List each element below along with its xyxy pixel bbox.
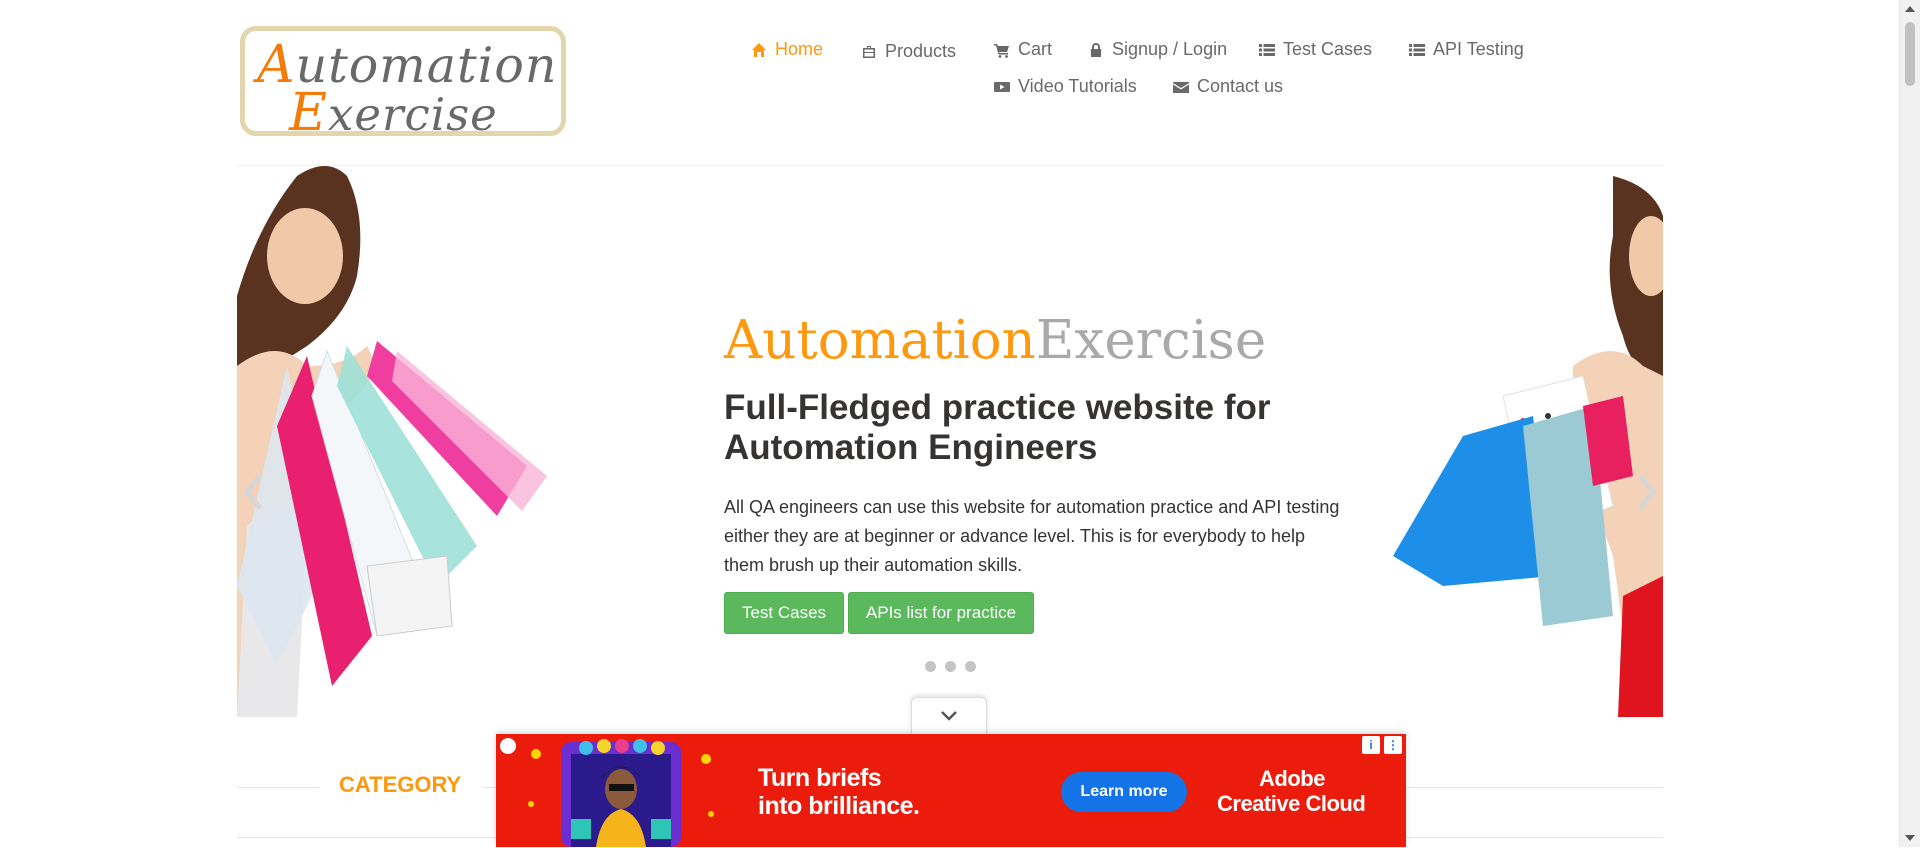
nav-test-cases-label: Test Cases: [1283, 39, 1373, 59]
shopping-girl-left-image: [237, 166, 547, 717]
scroll-up-icon[interactable]: [1905, 6, 1915, 12]
nav-products-label: Products: [885, 41, 957, 61]
test-cases-button[interactable]: Test Cases: [724, 592, 844, 634]
youtube-play-icon: [994, 81, 1010, 92]
nav-contact-us-label: Contact us: [1197, 76, 1284, 96]
category-divider-left: [237, 787, 319, 788]
nav-signup-login-label: Signup / Login: [1112, 39, 1228, 59]
hero-description: All QA engineers can use this website fo…: [724, 497, 1340, 575]
nav-video-tutorials[interactable]: Video Tutorials: [994, 76, 1137, 97]
scroll-down-icon[interactable]: [1905, 835, 1915, 841]
logo-line-2-rest: xercise: [327, 88, 498, 141]
scrollbar-thumb[interactable]: [1905, 22, 1915, 86]
nav-test-cases[interactable]: Test Cases: [1259, 39, 1372, 60]
apis-list-button[interactable]: APIs list for practice: [848, 592, 1034, 634]
hero-brand-part2: Exercise: [1035, 310, 1267, 371]
chevron-left-icon: [243, 474, 262, 510]
logo-line-2: Exercise: [289, 83, 498, 143]
nav-products[interactable]: Products: [861, 41, 956, 62]
briefcase-icon: [863, 45, 875, 58]
chevron-down-icon: [941, 711, 957, 721]
home-icon: [752, 42, 766, 57]
carousel-indicator-1[interactable]: [925, 661, 936, 672]
ad-learn-more-button[interactable]: Learn more: [1061, 772, 1187, 812]
nav-contact-us[interactable]: Contact us: [1173, 76, 1283, 97]
hero-brand-part1: Automation: [724, 310, 1036, 371]
ad-brand-line-1: Adobe: [1259, 766, 1325, 791]
nav-video-tutorials-label: Video Tutorials: [1018, 76, 1137, 96]
ad-collapse-button[interactable]: [911, 697, 987, 734]
ad-info-icon[interactable]: i: [1362, 736, 1380, 754]
carousel-indicator-3[interactable]: [965, 661, 976, 672]
nav-signup-login[interactable]: Signup / Login: [1088, 39, 1227, 60]
hero-brand-title: AutomationExercise: [724, 310, 1266, 371]
site-logo[interactable]: Automation Exercise: [240, 26, 566, 143]
ad-badge-icon: [500, 738, 516, 754]
lock-icon: [1091, 42, 1101, 57]
carousel-next-button[interactable]: [1637, 472, 1657, 512]
nav-api-testing-label: API Testing: [1433, 39, 1524, 59]
category-heading: CATEGORY: [339, 772, 462, 797]
ad-illustration: [528, 739, 714, 847]
shopping-girl-right-image: [1393, 176, 1663, 717]
nav-cart[interactable]: Cart: [994, 39, 1052, 60]
carousel-indicator-2[interactable]: [945, 661, 956, 672]
ad-headline-line-2: into brilliance.: [758, 792, 920, 820]
adobe-ad-banner[interactable]: Turn briefs into brilliance. Learn more …: [496, 734, 1406, 847]
cart-icon: [994, 43, 1009, 58]
nav-home-label: Home: [775, 39, 824, 59]
nav-cart-label: Cart: [1018, 39, 1053, 59]
list-icon: [1259, 43, 1275, 56]
ad-menu-icon[interactable]: ⋮: [1384, 736, 1402, 754]
carousel-prev-button[interactable]: [243, 472, 263, 512]
list-icon: [1409, 43, 1425, 56]
nav-api-testing[interactable]: API Testing: [1409, 39, 1524, 60]
hero-headline: Full-Fledged practice website for Automa…: [724, 388, 1271, 467]
page-scrollbar[interactable]: [1899, 0, 1920, 847]
ad-headline-line-1: Turn briefs: [758, 764, 882, 792]
chevron-right-icon: [1638, 474, 1657, 510]
nav-home[interactable]: Home: [751, 39, 823, 60]
ad-brand-line-2: Creative Cloud: [1217, 791, 1366, 816]
envelope-icon: [1173, 81, 1189, 93]
